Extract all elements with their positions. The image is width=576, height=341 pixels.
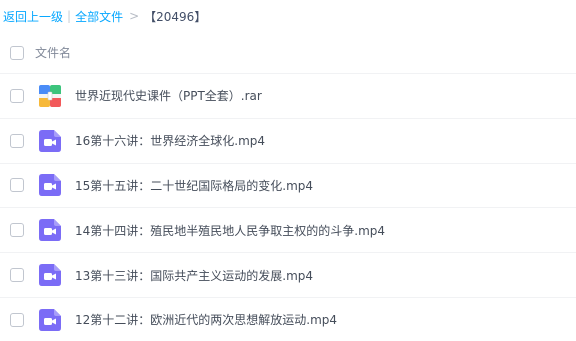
- breadcrumb: 返回上一级 | 全部文件 > 【20496】: [0, 0, 576, 32]
- row-checkbox[interactable]: [10, 133, 24, 148]
- file-count: 【20496】: [144, 9, 207, 24]
- all-files-link[interactable]: 全部文件: [75, 8, 123, 25]
- row-checkbox[interactable]: [10, 178, 24, 193]
- video-icon: [39, 308, 61, 331]
- video-icon: [39, 264, 61, 287]
- breadcrumb-arrow: >: [129, 9, 140, 23]
- file-row[interactable]: 16第十六讲：世界经济全球化.mp4: [0, 119, 576, 164]
- file-list: 世界近现代史课件（PPT全套）.rar 16第十六讲：世界经济全球化.mp4 1…: [0, 74, 576, 341]
- back-link[interactable]: 返回上一级: [3, 8, 63, 25]
- file-name[interactable]: 14第十四讲：殖民地半殖民地人民争取主权的的斗争.mp4: [75, 222, 385, 239]
- select-all-checkbox[interactable]: [10, 45, 24, 60]
- file-name[interactable]: 世界近现代史课件（PPT全套）.rar: [75, 87, 262, 104]
- video-icon: [39, 174, 61, 197]
- file-name[interactable]: 15第十五讲：二十世纪国际格局的变化.mp4: [75, 177, 313, 194]
- file-row[interactable]: 14第十四讲：殖民地半殖民地人民争取主权的的斗争.mp4: [0, 208, 576, 254]
- row-checkbox[interactable]: [10, 223, 24, 238]
- column-header-filename[interactable]: 文件名: [35, 44, 71, 61]
- list-header: 文件名: [0, 32, 576, 74]
- row-checkbox[interactable]: [10, 88, 24, 103]
- row-checkbox[interactable]: [10, 268, 24, 283]
- video-icon: [39, 129, 61, 152]
- file-row[interactable]: 世界近现代史课件（PPT全套）.rar: [0, 74, 576, 119]
- file-row[interactable]: 15第十五讲：二十世纪国际格局的变化.mp4: [0, 164, 576, 209]
- file-name[interactable]: 13第十三讲：国际共产主义运动的发展.mp4: [75, 267, 313, 284]
- file-row[interactable]: 12第十二讲：欧洲近代的两次思想解放运动.mp4: [0, 298, 576, 341]
- rar-archive-icon: [39, 84, 61, 107]
- video-icon: [39, 219, 61, 242]
- row-checkbox[interactable]: [10, 312, 24, 327]
- breadcrumb-separator: |: [67, 9, 72, 23]
- file-name[interactable]: 16第十六讲：世界经济全球化.mp4: [75, 132, 265, 149]
- file-name[interactable]: 12第十二讲：欧洲近代的两次思想解放运动.mp4: [75, 311, 337, 328]
- file-row[interactable]: 13第十三讲：国际共产主义运动的发展.mp4: [0, 253, 576, 298]
